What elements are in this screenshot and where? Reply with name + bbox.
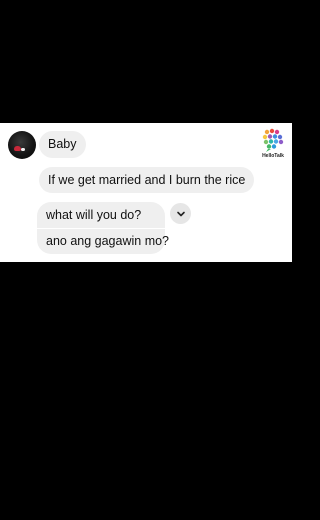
message-text: what will you do?: [46, 208, 142, 222]
message-bubble[interactable]: If we get married and I burn the rice: [39, 167, 255, 193]
contact-avatar[interactable]: [8, 131, 36, 159]
screen: Baby If we get married and I burn the ri…: [0, 0, 292, 520]
hellotalk-logo-icon: [262, 128, 284, 152]
watermark-text: HelloTalk: [262, 153, 284, 159]
message-text: If we get married and I burn the rice: [48, 173, 246, 187]
translation-text: ano ang gagawin mo?: [46, 234, 170, 248]
message-text: Baby: [48, 137, 77, 151]
message-bubble[interactable]: Baby: [39, 131, 86, 158]
more-options-button[interactable]: [170, 203, 191, 224]
hellotalk-watermark: HelloTalk: [260, 128, 286, 160]
avatar-detail-highlight: [21, 148, 25, 151]
chat-panel: Baby If we get married and I burn the ri…: [0, 123, 292, 262]
message-bubble-with-translation[interactable]: what will you do? ano ang gagawin mo?: [37, 202, 170, 254]
chevron-down-icon: [176, 211, 185, 216]
avatar-detail: [14, 146, 21, 151]
